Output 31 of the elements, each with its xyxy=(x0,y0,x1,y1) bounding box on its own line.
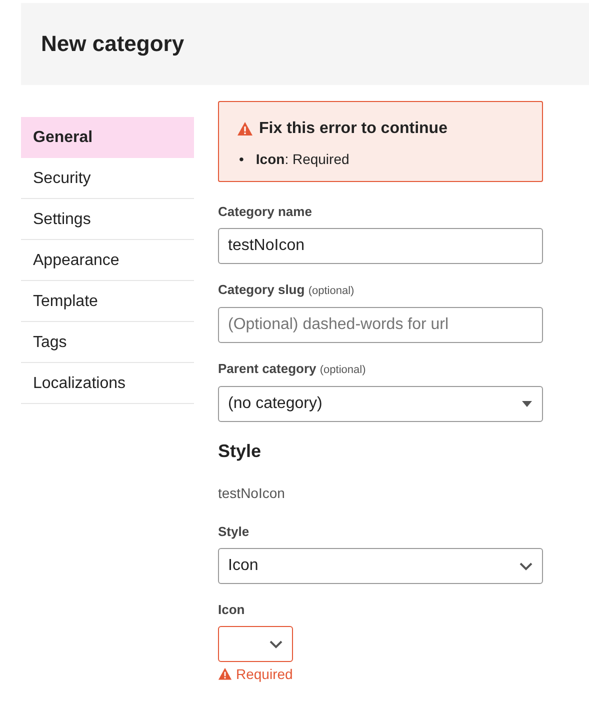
sidebar-item[interactable]: Tags xyxy=(21,322,194,363)
field-label: Style xyxy=(218,524,250,539)
bullet-icon: • xyxy=(239,149,244,169)
sidebar-item[interactable]: Settings xyxy=(21,199,194,240)
sidebar-item[interactable]: Security xyxy=(21,158,194,199)
optional-hint: (optional) xyxy=(320,364,366,376)
optional-hint: (optional) xyxy=(308,285,354,297)
warning-icon xyxy=(218,667,232,681)
error-title: Fix this error to continue xyxy=(259,119,448,139)
sidebar-item[interactable]: Appearance xyxy=(21,240,194,281)
text-field[interactable]: testNoIcon xyxy=(218,228,543,264)
select-field[interactable] xyxy=(218,626,293,662)
select-field[interactable]: Icon xyxy=(218,548,543,584)
preview-text: testNoIcon xyxy=(218,484,286,502)
page-title: New category xyxy=(41,30,184,58)
error-message: Required xyxy=(236,665,293,683)
chevron-icon xyxy=(519,562,533,570)
sidebar-item[interactable]: General xyxy=(21,117,194,158)
text-field[interactable]: (Optional) dashed-words for url xyxy=(218,307,543,343)
chevron-icon xyxy=(269,640,283,648)
field-label: Category name xyxy=(218,204,312,219)
sidebar-item[interactable]: Localizations xyxy=(21,363,194,404)
error-item: Icon: Required xyxy=(256,150,350,169)
warning-icon xyxy=(237,121,253,137)
field-label: Parent category xyxy=(218,361,316,376)
field-label: Icon xyxy=(218,602,245,617)
field-label: Category slug xyxy=(218,282,305,297)
section-heading: Style xyxy=(218,440,262,462)
select-field[interactable]: (no category) xyxy=(218,386,543,422)
caret-icon xyxy=(521,400,533,408)
sidebar-item[interactable]: Template xyxy=(21,281,194,322)
